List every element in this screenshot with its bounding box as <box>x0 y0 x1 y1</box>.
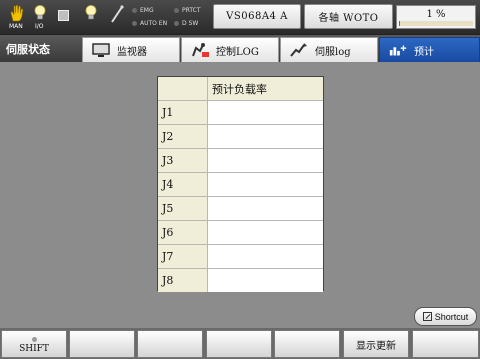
shift-key[interactable]: SHIFT <box>1 330 67 358</box>
prtct-label: PRTCT <box>182 7 201 14</box>
control-log-icon <box>190 42 210 58</box>
prtct-indicator: PRTCT <box>174 7 201 14</box>
joint-label: J8 <box>158 269 208 292</box>
function-key-bar: SHIFT 显示更新 <box>0 328 480 359</box>
load-value <box>208 173 323 196</box>
function-key-f5[interactable] <box>274 330 340 358</box>
robot-model-button[interactable]: VS068A4 A <box>213 4 301 29</box>
table-row: J5 <box>158 197 323 221</box>
table-row: J2 <box>158 125 323 149</box>
lamp-icon <box>84 4 98 26</box>
load-value <box>208 125 323 148</box>
emg-label: EMG <box>140 7 154 14</box>
refresh-display-button[interactable]: 显示更新 <box>343 330 409 358</box>
auto-en-indicator: AUTO EN <box>132 20 167 27</box>
table-row: J4 <box>158 173 323 197</box>
tab-servo-log[interactable]: 伺服log <box>280 37 378 62</box>
prtct-led <box>174 8 179 13</box>
page-title: 伺服状态 <box>6 43 50 56</box>
status-bar: MAN I/O EMG PRTCT AUTO EN D SW VS068A4 A… <box>0 0 480 34</box>
man-label: MAN <box>9 23 23 30</box>
load-value <box>208 149 323 172</box>
table-row: J1 <box>158 101 323 125</box>
table-header-title: 预计负载率 <box>208 77 323 100</box>
tab-monitor[interactable]: 监视器 <box>82 37 180 62</box>
table-header-row: 预计负载率 <box>158 77 323 101</box>
function-key-f3[interactable] <box>137 330 203 358</box>
dsw-led <box>174 21 179 26</box>
tab-servo-log-label: 伺服log <box>315 46 351 58</box>
tab-monitor-label: 监视器 <box>117 46 147 58</box>
joint-label: J5 <box>158 197 208 220</box>
tab-control-log[interactable]: 控制LOG <box>181 37 279 62</box>
tool-icon <box>110 4 124 28</box>
joint-label: J1 <box>158 101 208 124</box>
shortcut-button[interactable]: Shortcut <box>414 307 477 326</box>
dsw-label: D SW <box>182 20 199 27</box>
speed-indicator[interactable]: 1 % <box>396 5 476 29</box>
tab-control-log-label: 控制LOG <box>216 46 259 58</box>
function-key-f7[interactable] <box>412 330 479 358</box>
dsw-indicator: D SW <box>174 20 198 27</box>
table-row: J8 <box>158 269 323 292</box>
load-value <box>208 221 323 244</box>
table-row: J7 <box>158 245 323 269</box>
tab-bar: 伺服状态 监视器 控制LOG 伺服log 预计 <box>0 34 480 62</box>
joint-label: J2 <box>158 125 208 148</box>
estimated-load-table: 预计负载率 J1 J2 J3 J4 J5 J6 J7 J8 <box>157 76 324 292</box>
auto-en-label: AUTO EN <box>140 20 168 27</box>
load-value <box>208 101 323 124</box>
axis-mode-button[interactable]: 各轴 WOTO <box>304 4 393 29</box>
joint-label: J7 <box>158 245 208 268</box>
shift-key-label: SHIFT <box>19 343 49 354</box>
function-key-f4[interactable] <box>206 330 272 358</box>
load-value <box>208 245 323 268</box>
speed-bar <box>399 21 473 26</box>
estimate-icon <box>388 42 408 58</box>
load-value <box>208 197 323 220</box>
emg-indicator: EMG <box>132 7 154 14</box>
joint-label: J6 <box>158 221 208 244</box>
monitor-icon <box>91 42 111 58</box>
joint-label: J3 <box>158 149 208 172</box>
joint-label: J4 <box>158 173 208 196</box>
shortcut-icon <box>422 312 432 321</box>
tab-estimate[interactable]: 预计 <box>379 37 480 62</box>
speed-text: 1 % <box>426 9 446 20</box>
emg-led <box>132 8 137 13</box>
table-header-corner <box>158 77 208 100</box>
shortcut-label: Shortcut <box>434 311 469 322</box>
auto-en-led <box>132 21 137 26</box>
function-key-f2[interactable] <box>69 330 135 358</box>
servo-log-icon <box>289 42 309 58</box>
table-row: J6 <box>158 221 323 245</box>
stop-square-icon <box>58 10 69 21</box>
load-value <box>208 269 323 292</box>
shift-led <box>31 336 37 342</box>
table-row: J3 <box>158 149 323 173</box>
tab-estimate-label: 预计 <box>414 46 434 58</box>
io-label: I/O <box>35 23 44 30</box>
speed-bar-fill <box>399 21 400 26</box>
